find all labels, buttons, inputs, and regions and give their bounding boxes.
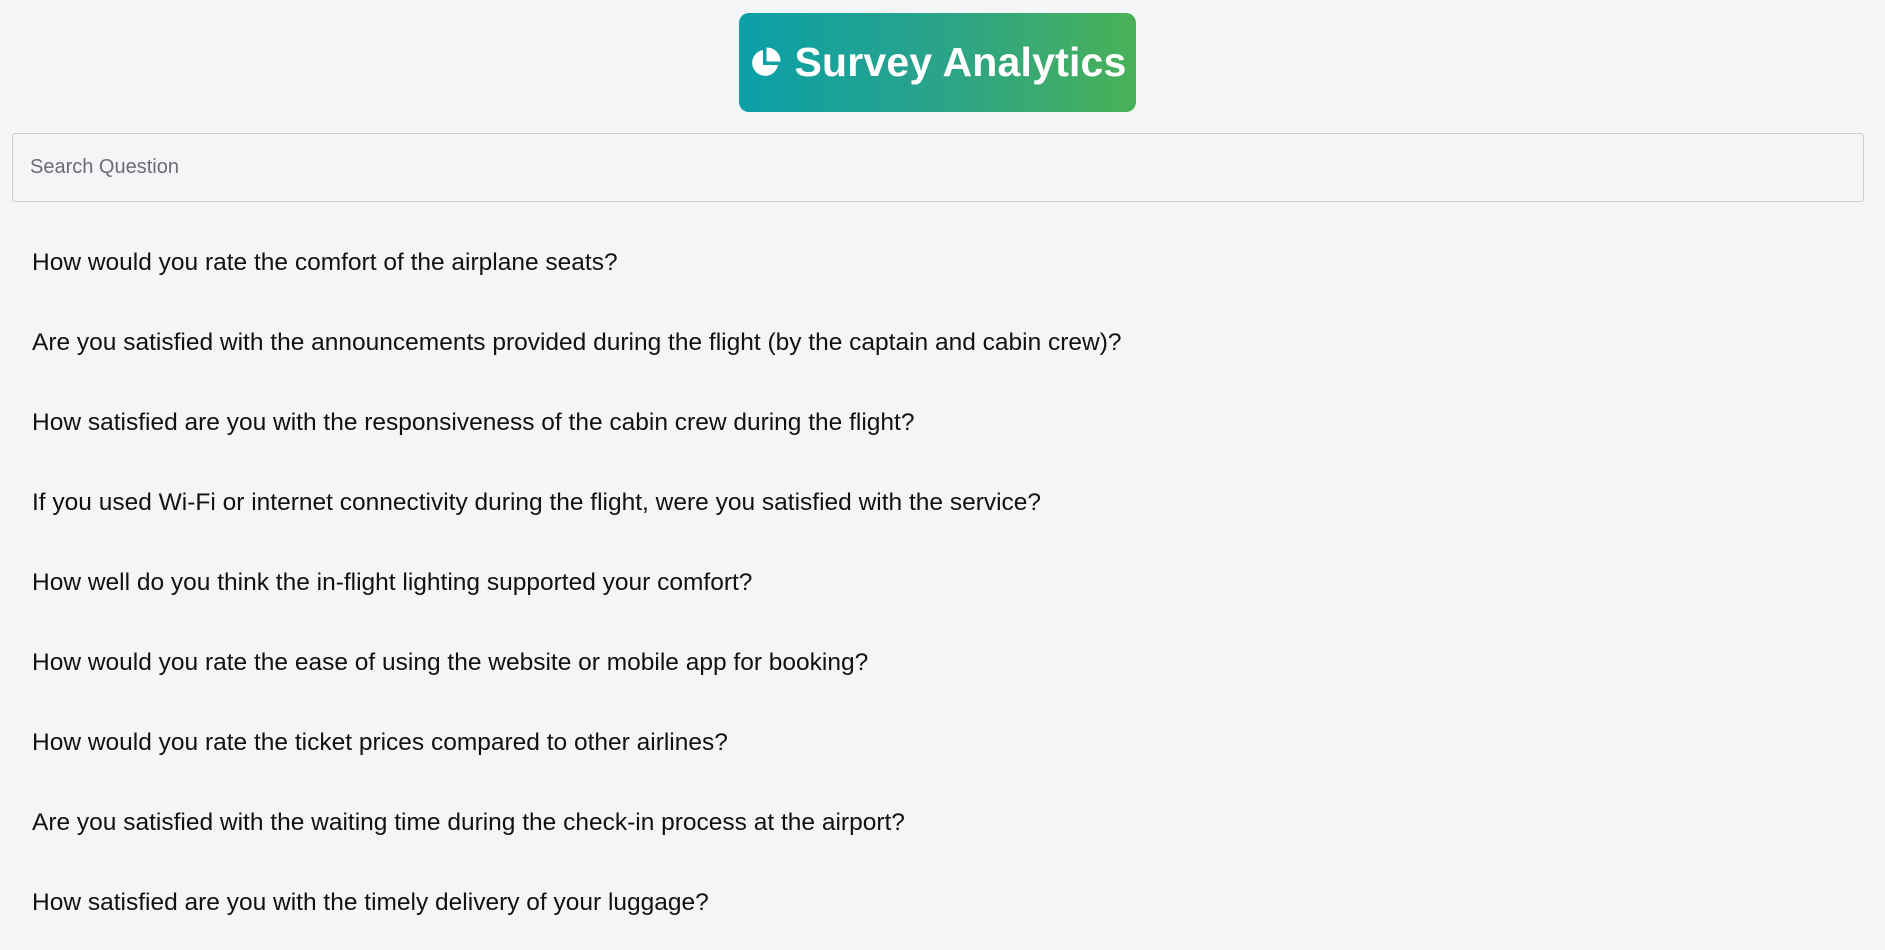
question-item[interactable]: Are you satisfied with the announcements… xyxy=(32,310,1885,390)
question-item[interactable]: How satisfied are you with the timely de… xyxy=(32,870,1885,950)
page-header: Survey Analytics xyxy=(0,0,1885,128)
question-item[interactable]: How would you rate the ease of using the… xyxy=(32,630,1885,710)
question-list: How would you rate the comfort of the ai… xyxy=(32,230,1885,950)
question-item[interactable]: How would you rate the comfort of the ai… xyxy=(32,230,1885,310)
survey-analytics-logo[interactable]: Survey Analytics xyxy=(739,13,1136,112)
pie-chart-icon xyxy=(748,46,782,80)
page-title: Survey Analytics xyxy=(794,39,1127,85)
search-container xyxy=(12,133,1864,202)
question-item[interactable]: How satisfied are you with the responsiv… xyxy=(32,390,1885,470)
question-item[interactable]: If you used Wi-Fi or internet connectivi… xyxy=(32,470,1885,550)
question-item[interactable]: How would you rate the ticket prices com… xyxy=(32,710,1885,790)
search-input[interactable] xyxy=(12,133,1864,202)
question-item[interactable]: How well do you think the in-flight ligh… xyxy=(32,550,1885,630)
question-item[interactable]: Are you satisfied with the waiting time … xyxy=(32,790,1885,870)
